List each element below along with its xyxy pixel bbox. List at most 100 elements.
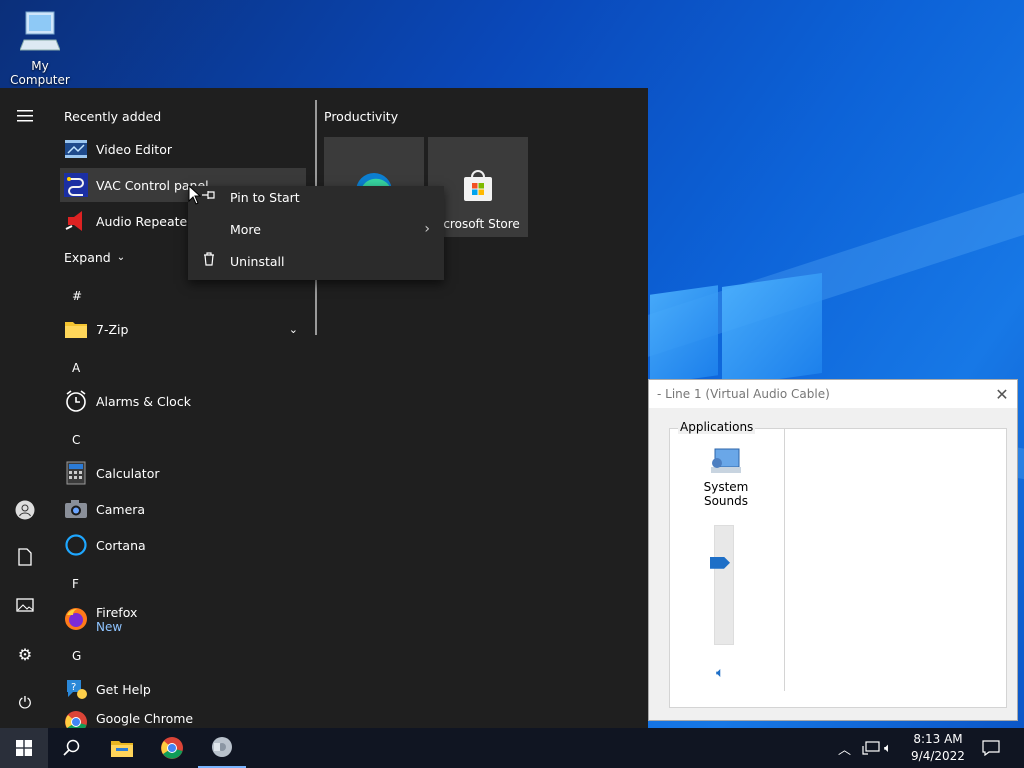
applications-group: Applications System Sounds 🔈︎ [670,420,785,691]
windows-logo-icon [16,740,32,756]
app-name: Google Chrome [96,711,194,726]
network-icon [862,741,880,755]
app-name: Calculator [96,465,160,481]
computer-icon [19,11,61,51]
app-video-editor[interactable]: Video Editor [60,132,306,166]
app-alarms-clock[interactable]: Alarms & Clock [60,384,306,418]
search-icon [63,739,80,756]
app-get-help[interactable]: ? Get Help [60,672,306,706]
group-letter[interactable]: A [72,361,80,375]
volume-slider-track[interactable] [714,525,734,645]
notification-icon [982,740,1000,756]
video-editor-icon [64,137,88,161]
expand-button[interactable]: Expand ⌄ [60,240,130,274]
chevron-down-icon: ⌄ [116,251,126,263]
tiles-group-title[interactable]: Productivity [324,109,398,124]
hamburger-icon[interactable] [14,106,36,128]
chrome-icon [161,737,183,759]
power-icon[interactable]: ⏻ [14,692,36,714]
taskbar: ︿ 🔈︎ 8:13 AM 9/4/2022 [0,728,1024,768]
group-letter[interactable]: F [72,577,79,591]
new-badge: New [96,619,123,634]
app-name: Video Editor [96,141,172,157]
start-menu: ⚙ ⏻ Recently added Video Editor VAC Cont… [0,88,648,730]
chevron-right-icon: › [424,221,430,237]
app-google-chrome[interactable]: Google Chrome [60,704,306,730]
menu-item-label: More [230,221,261,237]
system-sounds-label: System Sounds [703,480,749,508]
start-button[interactable] [0,728,48,768]
taskbar-file-explorer[interactable] [98,728,146,768]
action-center-button[interactable] [982,728,1000,768]
settings-gear-icon[interactable]: ⚙ [14,644,36,666]
app-7zip[interactable]: 7-Zip ⌄ [60,312,306,346]
recently-added-title: Recently added [64,109,162,124]
context-menu: Pin to Start More › Uninstall [188,186,444,280]
firefox-icon [64,607,88,631]
expand-label: Expand [64,249,111,265]
app-name: Get Help [96,681,151,697]
calculator-icon [64,461,88,485]
group-letter[interactable]: G [72,649,81,663]
app-name: Cortana [96,537,146,553]
user-icon[interactable] [14,500,36,522]
speaker-icon[interactable]: 🔈︎ [716,665,724,681]
taskbar-vac[interactable] [198,728,246,768]
close-icon[interactable]: ✕ [987,385,1017,404]
vac-dialog: - Line 1 (Virtual Audio Cable) ✕ Applica… [648,379,1018,721]
volume-icon: 🔈︎ [884,740,892,756]
show-hidden-icons[interactable]: ︿ [838,728,851,768]
search-button[interactable] [48,728,96,768]
clock[interactable]: 8:13 AM 9/4/2022 [908,731,968,765]
clock-time: 8:13 AM [913,732,963,746]
start-rail: ⚙ ⏻ [0,88,50,728]
system-sounds-app[interactable]: System Sounds [686,447,766,508]
desktop-icon-label: My Computer [10,59,70,87]
desktop-icon-my-computer[interactable]: My Computer [0,8,80,87]
system-sounds-icon [711,448,741,473]
alarm-clock-icon [64,389,88,413]
vac-cable-icon [64,173,88,197]
app-calculator[interactable]: Calculator [60,456,306,490]
chrome-icon [64,710,88,730]
dialog-panel: Applications System Sounds 🔈︎ [669,420,1007,708]
pictures-icon[interactable] [14,596,36,618]
cortana-icon [64,533,88,557]
store-icon [464,170,492,201]
app-cortana[interactable]: Cortana [60,528,306,562]
network-button[interactable] [862,728,880,768]
svg-text:?: ? [71,682,76,693]
app-name: Alarms & Clock [96,393,191,409]
app-name: Camera [96,501,146,517]
documents-icon[interactable] [14,548,36,570]
camera-icon [64,497,88,521]
speaker-disc-icon [212,737,232,757]
group-label: Applications [678,420,756,434]
windows-logo-pane [722,272,822,388]
app-camera[interactable]: Camera [60,492,306,526]
app-firefox[interactable]: Firefox New [60,600,306,638]
clock-date: 9/4/2022 [911,749,965,763]
windows-logo-pane [650,285,718,385]
taskbar-chrome[interactable] [148,728,196,768]
group-letter[interactable]: # [72,289,82,303]
folder-icon [111,741,133,757]
app-name: Firefox [96,604,138,620]
trash-icon [188,252,230,270]
audio-repeater-icon [64,209,88,233]
menu-item-pin-to-start[interactable]: Pin to Start [188,182,444,212]
get-help-icon: ? [64,677,88,701]
chevron-up-icon: ︿ [838,742,852,758]
dialog-titlebar[interactable]: - Line 1 (Virtual Audio Cable) ✕ [649,380,1017,408]
volume-button[interactable]: 🔈︎ [884,728,892,768]
mouse-cursor-icon [188,185,202,205]
menu-item-more[interactable]: More › [188,214,444,244]
chevron-down-icon[interactable]: ⌄ [289,323,298,336]
menu-item-label: Uninstall [230,253,285,269]
app-name-wrap: Firefox New [96,605,137,634]
menu-item-uninstall[interactable]: Uninstall [188,246,444,276]
folder-icon [64,317,88,341]
group-letter[interactable]: C [72,433,80,447]
app-name: 7-Zip [96,321,129,337]
dialog-title: - Line 1 (Virtual Audio Cable) [657,387,830,401]
